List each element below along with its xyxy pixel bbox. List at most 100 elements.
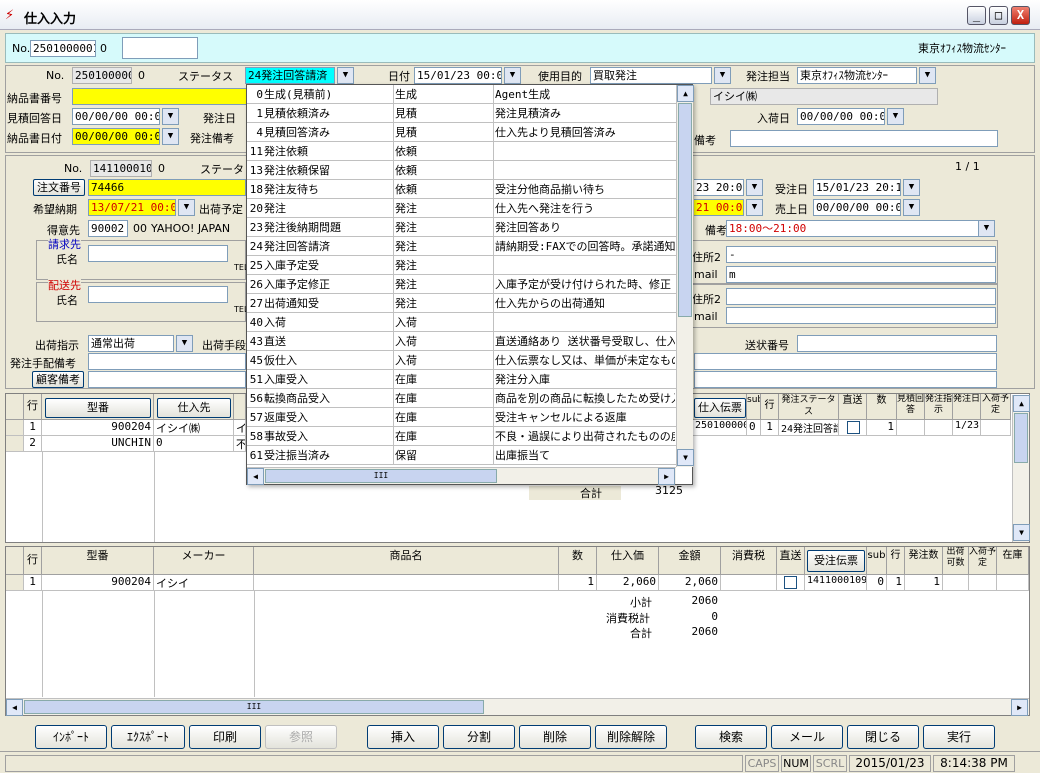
popup-vscrollbar[interactable]: ▲ ▼ <box>676 85 694 467</box>
lower-hscrollbar[interactable]: ◀ III ▶ <box>6 698 1029 716</box>
ship-plan-field[interactable]: 21 00:00 <box>694 199 744 216</box>
invoice-date-dropdown-icon[interactable]: ▼ <box>162 128 179 145</box>
table-row-model[interactable]: UNCHIN <box>42 436 154 452</box>
list-item-arrival-plan[interactable] <box>969 575 997 591</box>
desired-field[interactable]: 13/07/21 00:00 <box>88 199 176 216</box>
scroll-thumb[interactable] <box>1014 413 1028 463</box>
ship-name-field[interactable] <box>88 286 228 303</box>
status-dropdown-icon[interactable]: ▼ <box>337 67 354 84</box>
popup-scroll-down-icon[interactable]: ▼ <box>677 449 694 466</box>
status-dropdown-list[interactable]: 0 生成(見積前) 生成 Agent生成 1 見積依頼済み 見積 発注見積済み 4 見積回答済み見… <box>246 84 694 485</box>
desired-dropdown-icon[interactable]: ▼ <box>178 199 195 216</box>
table-row-qty[interactable]: 1 <box>867 420 897 436</box>
received-dropdown-icon[interactable]: ▼ <box>903 179 920 196</box>
scroll-up-icon[interactable]: ▲ <box>1013 395 1030 412</box>
received-field[interactable]: 15/01/23 20:12 <box>813 179 901 196</box>
list-item-stock[interactable] <box>997 575 1029 591</box>
popup-scroll-up-icon[interactable]: ▲ <box>677 85 694 102</box>
ship-instr-dropdown-icon[interactable]: ▼ <box>176 335 193 352</box>
customer-note-button[interactable]: 顧客備考 <box>32 371 84 388</box>
popup-scroll-left-icon[interactable]: ◀ <box>247 468 264 485</box>
close-window-button[interactable]: X <box>1011 6 1030 25</box>
purpose-select[interactable]: 買取発注 <box>590 67 712 84</box>
order-time-field[interactable]: 23 20:06 <box>694 179 744 196</box>
status-option[interactable]: 40 入荷 入荷 <box>247 313 677 332</box>
status-option[interactable]: 4 見積回答済み 見積 仕入先より見積回答済み <box>247 123 677 142</box>
popup-scroll-right-icon[interactable]: ▶ <box>658 468 675 485</box>
scroll-down-icon[interactable]: ▼ <box>1013 524 1030 541</box>
list-item-order-qty[interactable]: 1 <box>905 575 943 591</box>
status-option[interactable]: 56 転換商品受入 在庫 商品を別の商品に転換したため受け入 <box>247 389 677 408</box>
status-option[interactable]: 18 発注友待ち 依頼 受注分他商品揃い待ち <box>247 180 677 199</box>
lower-hscroll-thumb[interactable]: III <box>24 700 484 714</box>
order-slip-button[interactable]: 受注伝票 <box>807 550 865 572</box>
maximize-button[interactable]: □ <box>989 6 1008 25</box>
status-option[interactable]: 26 入庫予定修正 発注 入庫予定が受け付けられた時、修正 <box>247 275 677 294</box>
table-row-slip[interactable]: 2501000001 <box>693 420 747 436</box>
date-field[interactable]: 15/01/23 00:00 <box>414 67 502 84</box>
customer-note-field[interactable] <box>88 371 246 388</box>
row-marker[interactable] <box>6 575 24 591</box>
record-search-input[interactable] <box>122 37 198 59</box>
list-item-model[interactable]: 900204 <box>42 575 154 591</box>
list-item-direct-cell[interactable] <box>777 575 805 591</box>
sales-field[interactable]: 00/00/00 00:00 <box>813 199 901 216</box>
export-button[interactable]: ｴｸｽﾎﾟｰﾄ <box>111 725 185 749</box>
customer-code-field[interactable]: 90002 <box>88 220 128 237</box>
billing-name-field[interactable] <box>88 245 228 262</box>
status-option[interactable]: 57 返庫受入 在庫 受注キャンセルによる返庫 <box>247 408 677 427</box>
lower-direct-checkbox[interactable] <box>784 576 797 589</box>
list-item-shippable[interactable] <box>943 575 969 591</box>
arrange-note-field[interactable] <box>88 353 246 370</box>
minimize-button[interactable]: _ <box>967 6 986 25</box>
delivery-note-field[interactable]: 18:00～21:00 <box>726 220 980 237</box>
scroll-left-icon[interactable]: ◀ <box>6 699 23 716</box>
status-option[interactable]: 45 仮仕入 入荷 仕入伝票なし又は、単価が未定なもの <box>247 351 677 370</box>
order-time-dropdown-icon[interactable]: ▼ <box>746 179 763 196</box>
ship-plan-dropdown-icon[interactable]: ▼ <box>746 199 763 216</box>
status-option[interactable]: 1 見積依頼済み 見積 発注見積済み <box>247 104 677 123</box>
mail-button[interactable]: メール <box>771 725 843 749</box>
date-dropdown-icon[interactable]: ▼ <box>504 67 521 84</box>
ship-instr-select[interactable]: 通常出荷 <box>88 335 174 352</box>
execute-button[interactable]: 実行 <box>923 725 995 749</box>
customer-note-field-right[interactable] <box>694 371 997 388</box>
sales-dropdown-icon[interactable]: ▼ <box>903 199 920 216</box>
insert-button[interactable]: 挿入 <box>367 725 439 749</box>
tracking-field[interactable] <box>797 335 997 352</box>
table-row-arrival[interactable] <box>981 420 1011 436</box>
search-button[interactable]: 検索 <box>695 725 767 749</box>
arrange-note-field-right[interactable] <box>694 353 997 370</box>
direct-ship-cell[interactable] <box>839 420 867 436</box>
delivery-note-dropdown-icon[interactable]: ▼ <box>978 220 995 237</box>
purpose-dropdown-icon[interactable]: ▼ <box>714 67 731 84</box>
invoice-no-field[interactable] <box>72 88 247 105</box>
status-option[interactable]: 23 発注後納期問題 発注 発注回答あり <box>247 218 677 237</box>
scroll-right-icon[interactable]: ▶ <box>1011 699 1028 716</box>
quote-reply-dropdown-icon[interactable]: ▼ <box>162 108 179 125</box>
list-item-qty[interactable]: 1 <box>559 575 597 591</box>
delete-button[interactable]: 削除 <box>519 725 591 749</box>
reference-button[interactable]: 参照 <box>265 725 337 749</box>
note-field[interactable] <box>730 130 998 147</box>
table-row-instr[interactable] <box>925 420 953 436</box>
status-option[interactable]: 27 出荷通知受 発注 仕入先からの出荷通知 <box>247 294 677 313</box>
status-option[interactable]: 0 生成(見積前) 生成 Agent生成 <box>247 85 677 104</box>
split-button[interactable]: 分割 <box>443 725 515 749</box>
staff-select[interactable]: 東京ｵﾌｨｽ物流ｾﾝﾀｰ <box>797 67 917 84</box>
order-no-input[interactable]: 74466 <box>88 179 246 196</box>
popup-scroll-thumb[interactable] <box>678 103 692 317</box>
table-row-quote[interactable] <box>897 420 925 436</box>
status-select[interactable]: 24発注回答請済 <box>245 67 335 84</box>
upper-grid-scrollbar[interactable]: ▲ ▼ <box>1012 395 1030 542</box>
status-option[interactable]: 61 受注振当済み 保留 出庫振当て <box>247 446 677 465</box>
purchase-slip-button[interactable]: 仕入伝票 <box>694 398 746 418</box>
status-option[interactable]: 58 事故受入 在庫 不良・過誤により出荷されたものの戻り <box>247 427 677 446</box>
status-option[interactable]: 24 発注回答請済 発注 請納期受:FAXでの回答時。承諾通知 <box>247 237 677 256</box>
table-row-supplier[interactable]: 0 <box>154 436 234 452</box>
quote-reply-field[interactable]: 00/00/00 00:00 <box>72 108 160 125</box>
status-option[interactable]: 25 入庫予定受 発注 <box>247 256 677 275</box>
order-no-button[interactable]: 注文番号 <box>33 179 85 196</box>
list-item-order-slip[interactable]: 1411000109 <box>805 575 867 591</box>
import-button[interactable]: ｲﾝﾎﾟｰﾄ <box>35 725 107 749</box>
